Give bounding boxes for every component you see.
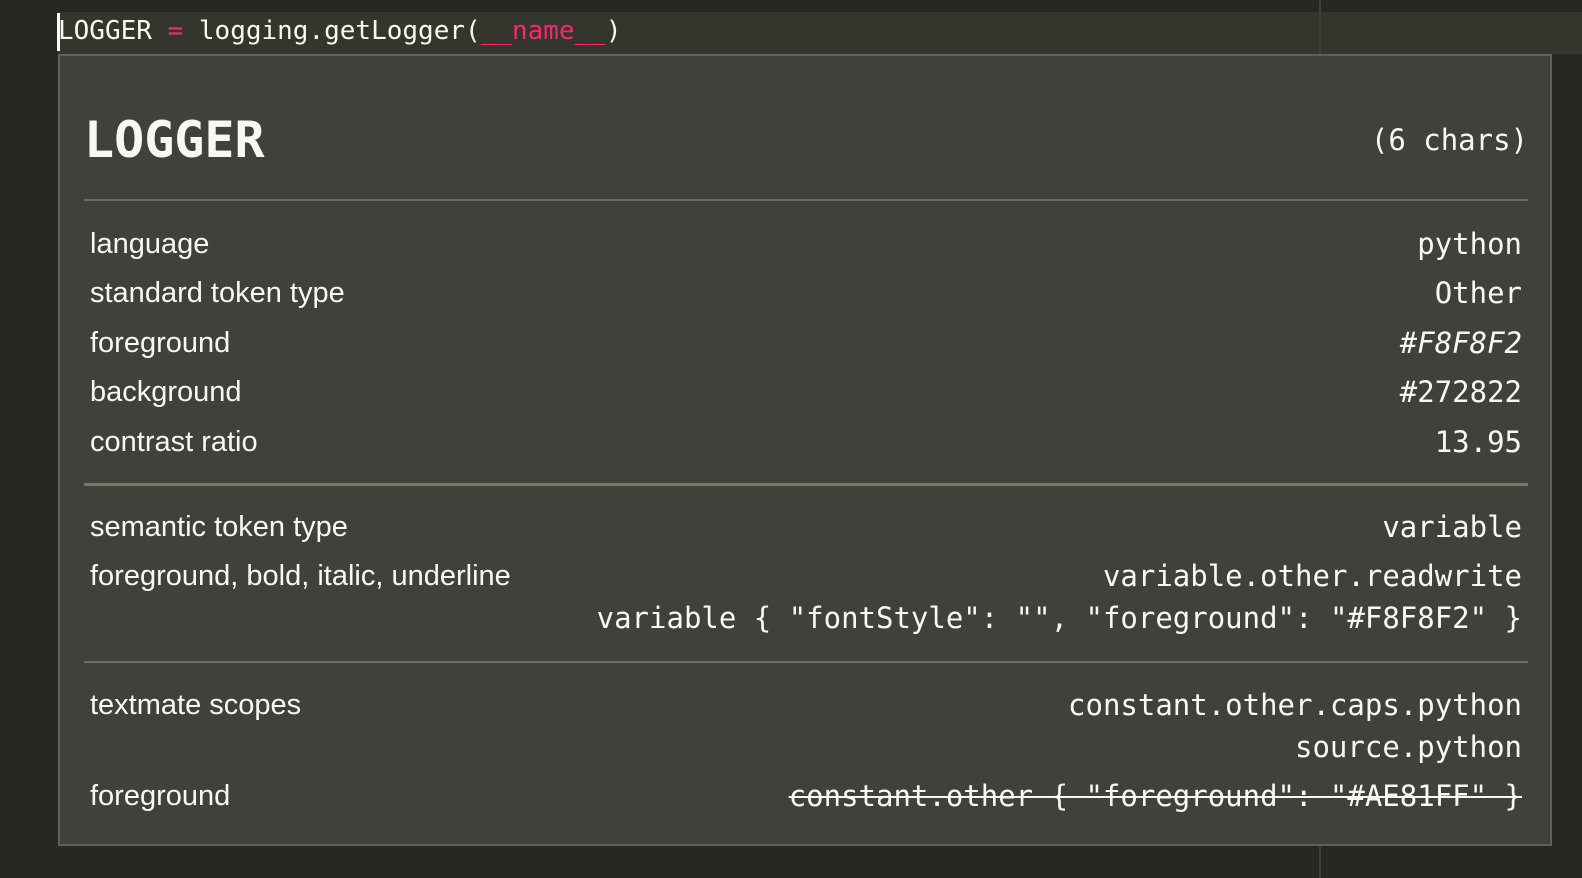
code-operator: = <box>167 16 184 46</box>
code-dunder[interactable]: __name__ <box>481 16 606 46</box>
row-semantic-rule: variable { "fontStyle": "", "foreground"… <box>90 596 1522 640</box>
row-label: textmate scopes <box>90 689 302 721</box>
row-value: Other <box>1434 276 1522 310</box>
char-count: (6 chars) <box>1370 123 1528 157</box>
semantic-rule: variable { "fontStyle": "", "foreground"… <box>596 601 1522 635</box>
row-background: background #272822 <box>90 370 1522 414</box>
editor-gutter <box>0 0 58 878</box>
row-semantic-style: foreground, bold, italic, underline vari… <box>90 554 1522 598</box>
row-label: background <box>90 376 242 408</box>
row-value: variable <box>1382 510 1522 544</box>
row-value: #F8F8F2 <box>1399 326 1522 360</box>
textmate-foreground-rule: constant.other { "foreground": "#AE81FF"… <box>788 779 1522 813</box>
row-semantic-token-type: semantic token type variable <box>90 505 1522 549</box>
row-textmate-scopes: textmate scopes constant.other.caps.pyth… <box>90 683 1522 727</box>
row-foreground: foreground #F8F8F2 <box>90 321 1522 365</box>
code-call-end: ) <box>605 16 622 46</box>
row-label: foreground, bold, italic, underline <box>90 560 511 592</box>
row-standard-token-type: standard token type Other <box>90 271 1522 315</box>
token-name: LOGGER <box>84 111 265 169</box>
row-value: 13.95 <box>1434 425 1522 459</box>
text-cursor <box>57 13 60 51</box>
row-label: contrast ratio <box>90 426 258 458</box>
row-label: standard token type <box>90 277 345 309</box>
code-line[interactable]: LOGGER = logging.getLogger(__name__) <box>58 12 622 50</box>
row-label: foreground <box>90 327 231 359</box>
row-textmate-foreground: foreground constant.other { "foreground"… <box>90 774 1522 818</box>
row-textmate-scope-2: source.python <box>90 725 1522 769</box>
row-value: #272822 <box>1399 375 1522 409</box>
row-label: language <box>90 228 210 260</box>
divider <box>84 661 1528 663</box>
token-inspector-hover: LOGGER (6 chars) language python standar… <box>58 54 1552 846</box>
row-language: language python <box>90 222 1522 266</box>
divider <box>84 199 1528 201</box>
row-value: python <box>1417 227 1522 261</box>
row-value: variable.other.readwrite <box>1102 559 1522 593</box>
divider <box>84 483 1528 486</box>
textmate-scope: constant.other.caps.python <box>1068 688 1522 722</box>
row-contrast-ratio: contrast ratio 13.95 <box>90 420 1522 464</box>
textmate-scope: source.python <box>1295 730 1522 764</box>
row-label: semantic token type <box>90 511 348 543</box>
row-label: foreground <box>90 780 231 812</box>
code-editor[interactable]: LOGGER = logging.getLogger(__name__) LOG… <box>0 0 1582 878</box>
code-call[interactable]: logging.getLogger( <box>199 16 481 46</box>
code-identifier[interactable]: LOGGER <box>58 16 152 46</box>
hover-header: LOGGER (6 chars) <box>84 108 1528 178</box>
